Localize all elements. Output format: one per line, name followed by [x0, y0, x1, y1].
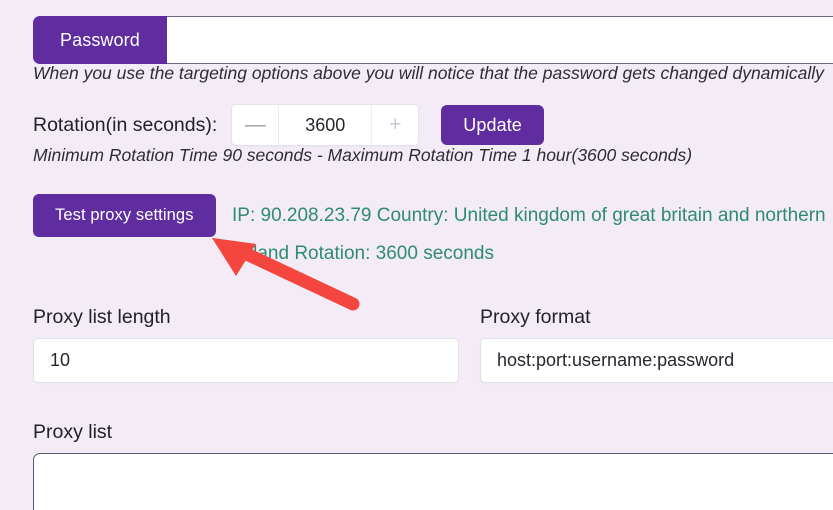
rotation-stepper: — +: [231, 104, 420, 146]
proxy-list-textarea[interactable]: [33, 453, 833, 510]
rotation-label: Rotation(in seconds):: [33, 113, 218, 136]
update-button[interactable]: Update: [441, 105, 544, 145]
proxy-list-field: Proxy list: [33, 421, 833, 510]
password-row: Password: [33, 16, 833, 64]
proxy-format-field: Proxy format: [480, 306, 833, 383]
rotation-note: Minimum Rotation Time 90 seconds - Maxim…: [33, 145, 693, 165]
rotation-value-input[interactable]: [279, 105, 372, 145]
password-tab-label[interactable]: Password: [33, 16, 167, 64]
proxy-format-input[interactable]: [480, 338, 833, 383]
proxy-list-length-label: Proxy list length: [33, 306, 171, 328]
proxy-list-length-input[interactable]: [33, 338, 459, 383]
password-input[interactable]: [166, 16, 833, 64]
decrement-icon[interactable]: —: [232, 105, 280, 145]
test-proxy-settings-button[interactable]: Test proxy settings: [33, 194, 216, 237]
proxy-test-result: IP: 90.208.23.79 Country: United kingdom…: [232, 205, 826, 264]
proxy-format-label: Proxy format: [480, 306, 591, 328]
rotation-row: Rotation(in seconds): — + Update: [33, 104, 544, 146]
increment-icon[interactable]: +: [371, 105, 419, 145]
proxy-settings-page: Password When you use the targeting opti…: [0, 0, 833, 510]
proxy-list-label: Proxy list: [33, 421, 113, 443]
targeting-note: When you use the targeting options above…: [33, 63, 824, 83]
proxy-list-length-field: Proxy list length: [33, 306, 459, 383]
